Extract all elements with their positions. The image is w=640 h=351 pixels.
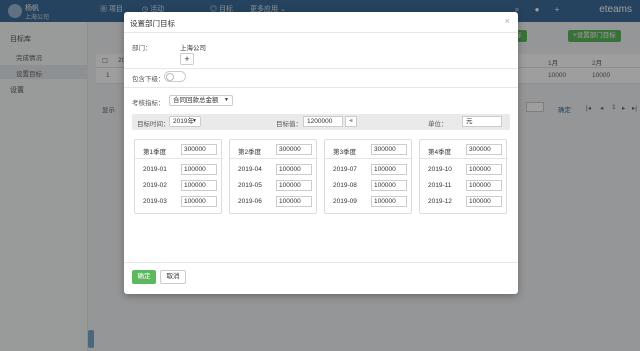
divider xyxy=(325,158,413,159)
include-sub-label: 包含下级： xyxy=(132,76,165,83)
month-input[interactable]: 100000 xyxy=(371,164,407,175)
month-input[interactable]: 100000 xyxy=(181,196,217,207)
quarter-row: 第2季度 300000 xyxy=(230,144,318,156)
quarter-card-3: 第3季度 300000 2019-07 100000 2019-08 100000 2… xyxy=(324,139,413,214)
month-input[interactable]: 100000 xyxy=(466,180,502,191)
month-row: 2019-07 100000 xyxy=(325,164,413,176)
month-row: 2019-03 100000 xyxy=(135,196,223,208)
month-input[interactable]: 100000 xyxy=(371,180,407,191)
quarter-input[interactable]: 300000 xyxy=(371,144,407,155)
divider xyxy=(230,158,318,159)
month-row: 2019-01 100000 xyxy=(135,164,223,176)
month-row: 2019-11 100000 xyxy=(420,180,508,192)
month-row: 2019-10 100000 xyxy=(420,164,508,176)
month-row: 2019-02 100000 xyxy=(135,180,223,192)
cancel-button[interactable]: 取消 xyxy=(160,270,186,284)
include-sub-toggle[interactable] xyxy=(164,71,186,82)
dialog-title: 设置部门目标 xyxy=(130,19,175,28)
month-input[interactable]: 100000 xyxy=(181,164,217,175)
month-input[interactable]: 100000 xyxy=(466,164,502,175)
month-input[interactable]: 100000 xyxy=(371,196,407,207)
month-row: 2019-05 100000 xyxy=(230,180,318,192)
month-input[interactable]: 100000 xyxy=(181,180,217,191)
unit-input[interactable]: 元 xyxy=(462,116,502,127)
target-value-input[interactable]: 1200000 xyxy=(303,116,343,127)
month-row: 2019-12 100000 xyxy=(420,196,508,208)
divider xyxy=(420,158,508,159)
quarter-row: 第1季度 300000 xyxy=(135,144,223,156)
add-dept-button[interactable]: + xyxy=(180,53,194,65)
quarter-card-2: 第2季度 300000 2019-04 100000 2019-05 100000 2… xyxy=(229,139,318,214)
month-input[interactable]: 100000 xyxy=(276,180,312,191)
month-row: 2019-04 100000 xyxy=(230,164,318,176)
month-input[interactable]: 100000 xyxy=(276,164,312,175)
year-select[interactable]: 2019年 ▼ xyxy=(169,116,201,127)
month-input[interactable]: 100000 xyxy=(466,196,502,207)
quarter-row: 第4季度 300000 xyxy=(420,144,508,156)
distribute-icon[interactable]: ⫷ xyxy=(345,116,357,127)
kpi-select[interactable]: 合同回款总金额 ▼ xyxy=(169,95,233,106)
quarter-input[interactable]: 300000 xyxy=(276,144,312,155)
toggle-knob xyxy=(166,73,174,81)
kpi-label: 考核指标： xyxy=(132,100,165,107)
divider xyxy=(124,32,518,33)
caret-down-icon: ▼ xyxy=(192,118,197,124)
quarter-row: 第3季度 300000 xyxy=(325,144,413,156)
month-row: 2019-09 100000 xyxy=(325,196,413,208)
time-label: 目标时间： xyxy=(137,121,170,128)
dept-value: 上海公司 xyxy=(180,45,206,52)
unit-label: 单位： xyxy=(428,121,448,128)
month-input[interactable]: 100000 xyxy=(276,196,312,207)
month-row: 2019-08 100000 xyxy=(325,180,413,192)
dept-label: 部门： xyxy=(132,45,152,52)
caret-down-icon: ▼ xyxy=(224,97,229,103)
target-value-label: 目标值： xyxy=(276,121,302,128)
set-dept-goal-dialog: 设置部门目标 × 部门： 上海公司 + 包含下级： 考核指标： 合同回款总金额 ▼… xyxy=(124,12,518,294)
quarter-input[interactable]: 300000 xyxy=(181,144,217,155)
confirm-button[interactable]: 确定 xyxy=(132,270,156,284)
divider xyxy=(124,262,518,263)
quarter-card-1: 第1季度 300000 2019-01 100000 2019-02 100000 2… xyxy=(134,139,223,214)
quarter-input[interactable]: 300000 xyxy=(466,144,502,155)
divider xyxy=(135,158,223,159)
quarter-card-4: 第4季度 300000 2019-10 100000 2019-11 100000 2… xyxy=(419,139,508,214)
month-row: 2019-06 100000 xyxy=(230,196,318,208)
target-settings-bar: 目标时间： 2019年 ▼ 目标值： 1200000 ⫷ 单位： 元 xyxy=(132,114,510,130)
divider xyxy=(124,87,518,88)
divider xyxy=(124,68,518,69)
close-icon[interactable]: × xyxy=(505,16,510,26)
